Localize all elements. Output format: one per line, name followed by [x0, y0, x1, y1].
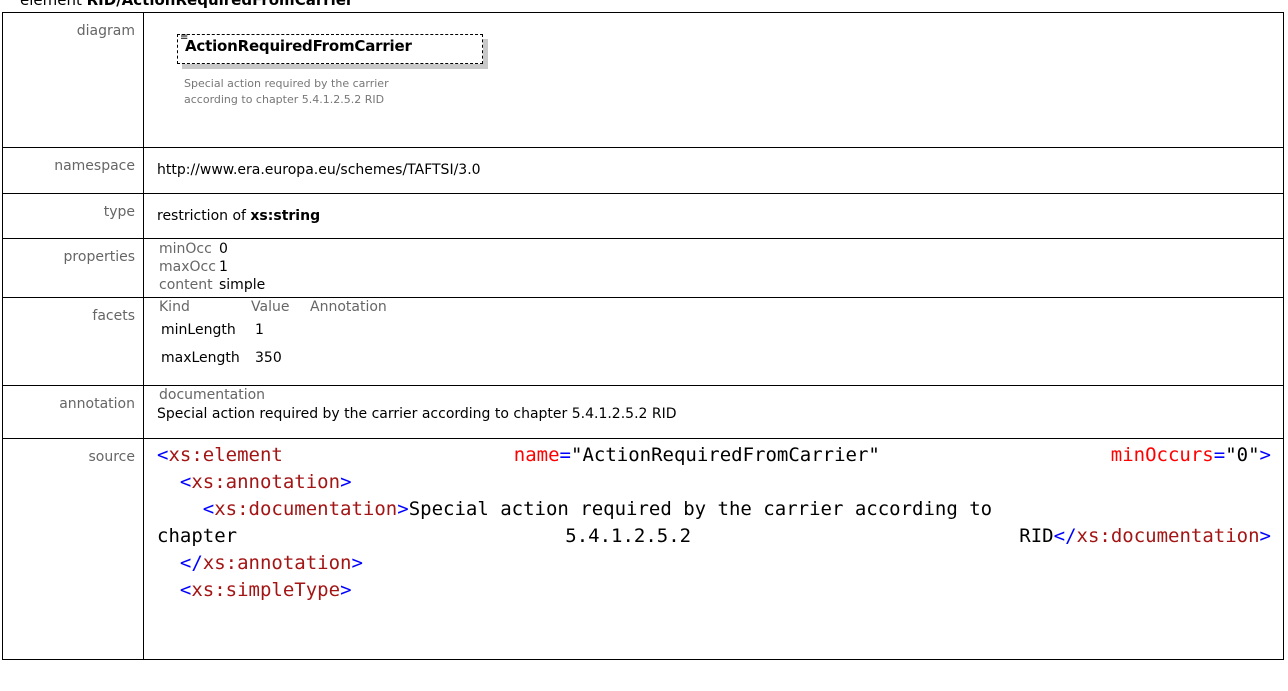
prop-value: 0: [219, 241, 228, 257]
code-tag-name: xs:documentation: [214, 498, 398, 520]
code-attr: name: [513, 444, 560, 466]
facet-kind: maxLength: [161, 350, 240, 366]
code-tag-name: xs:annotation: [202, 552, 352, 574]
row-source: source <xs:element name="ActionRequiredFr…: [2, 438, 1284, 660]
type-prefix: restriction of: [157, 208, 251, 224]
label-source: source: [2, 438, 144, 660]
label-type: type: [2, 193, 144, 239]
source-cell: <xs:element name="ActionRequiredFromCarri…: [143, 438, 1284, 660]
page-title: element RID/ActionRequiredFromCarrier: [20, 0, 353, 11]
label-properties: properties: [2, 238, 144, 298]
code-line: <xs:simpleType>: [179, 579, 352, 601]
facet-kind: minLength: [161, 322, 236, 338]
code-line: <xs:documentation>Special action require…: [202, 498, 993, 520]
facets-table: Kind Value Annotation minLength 1 maxLen…: [159, 298, 1283, 372]
row-properties: properties minOcc 0 maxOcc 1 content simple: [2, 238, 1284, 298]
facets-header-annotation: Annotation: [310, 299, 387, 315]
page-title-prefix: element: [20, 0, 87, 9]
prop-key: minOcc: [159, 241, 212, 257]
facets-header: Kind Value Annotation: [159, 298, 1283, 316]
row-type: type restriction of xs:string: [2, 193, 1284, 239]
element-doc-table: diagram ≡ ActionRequiredFromCarrier Spec…: [2, 12, 1284, 660]
diagram-cell: ≡ ActionRequiredFromCarrier Special acti…: [143, 12, 1284, 148]
code-line: </xs:annotation>: [179, 552, 363, 574]
code-text: chapter: [157, 525, 238, 547]
element-diagram-name: ActionRequiredFromCarrier: [185, 37, 412, 55]
facet-row: minLength 1: [161, 316, 1283, 344]
code-attr-value: "0": [1225, 444, 1260, 466]
row-annotation: annotation documentation Special action …: [2, 385, 1284, 439]
code-tag-name: xs:element: [168, 444, 283, 466]
properties-list: minOcc 0 maxOcc 1 content simple: [159, 240, 1283, 294]
code-attr: minOccurs: [1110, 444, 1214, 466]
facet-value: 1: [255, 322, 264, 338]
code-tag-name: xs:simpleType: [191, 579, 341, 601]
diagram-caption-line1: Special action required by the carrier: [184, 77, 389, 90]
row-namespace: namespace http://www.era.europa.eu/schem…: [2, 147, 1284, 194]
label-annotation: annotation: [2, 385, 144, 439]
annotation-text: Special action required by the carrier a…: [157, 406, 677, 422]
code-line: <xs:element name="ActionRequiredFromCarri…: [157, 444, 1271, 466]
prop-value: simple: [219, 277, 266, 293]
namespace-value: http://www.era.europa.eu/schemes/TAFTSI/…: [143, 147, 1284, 194]
source-code: <xs:element name="ActionRequiredFromCarri…: [157, 439, 1283, 604]
facets-header-value: Value: [251, 299, 290, 315]
facet-row: maxLength 350: [161, 344, 1283, 372]
row-diagram: diagram ≡ ActionRequiredFromCarrier Spec…: [2, 12, 1284, 148]
code-line: <xs:annotation>: [179, 471, 352, 493]
facets-header-kind: Kind: [159, 299, 190, 315]
element-diagram-box[interactable]: ≡ ActionRequiredFromCarrier: [177, 33, 483, 64]
label-facets: facets: [2, 297, 144, 386]
prop-value: 1: [219, 259, 228, 275]
facet-value: 350: [255, 350, 282, 366]
facets-cell: Kind Value Annotation minLength 1 maxLen…: [143, 297, 1284, 386]
page-title-element-name: RID/ActionRequiredFromCarrier: [86, 0, 354, 9]
diagram-caption-line2: according to chapter 5.4.1.2.5.2 RID: [184, 93, 385, 106]
code-text: RID: [1019, 525, 1054, 547]
prop-key: maxOcc: [159, 259, 216, 275]
code-attr-value: "ActionRequiredFromCarrier": [571, 444, 880, 466]
code-line: chapter 5.4.1.2.5.2 RID</xs:documentation>: [157, 523, 1283, 550]
code-tag-name: xs:documentation: [1076, 525, 1260, 547]
type-base-link[interactable]: xs:string: [250, 208, 320, 224]
diagram-caption: Special action required by the carrier a…: [184, 76, 389, 108]
label-namespace: namespace: [2, 147, 144, 194]
code-text: 5.4.1.2.5.2: [565, 525, 692, 547]
annotation-cell: documentation Special action required by…: [143, 385, 1284, 439]
annotation-heading: documentation: [159, 387, 266, 403]
label-diagram: diagram: [2, 12, 144, 148]
type-value: restriction of xs:string: [143, 193, 1284, 239]
prop-key: content: [159, 277, 213, 293]
code-tag-name: xs:annotation: [191, 471, 341, 493]
properties-cell: minOcc 0 maxOcc 1 content simple: [143, 238, 1284, 298]
code-text: Special action required by the carrier a…: [408, 498, 993, 520]
row-facets: facets Kind Value Annotation minLength 1…: [2, 297, 1284, 386]
